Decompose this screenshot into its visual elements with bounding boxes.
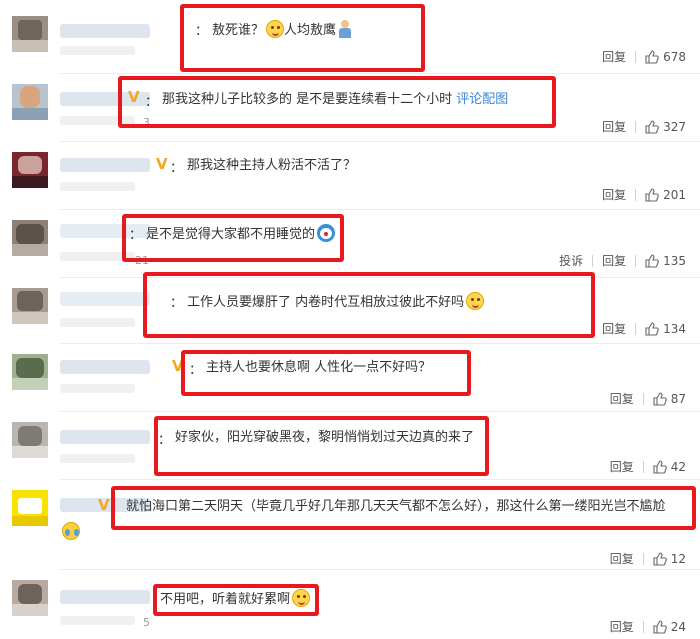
avatar[interactable]	[12, 220, 48, 256]
like-count: 87	[670, 391, 686, 406]
like-count: 135	[663, 253, 686, 268]
comment-actions: 回复 678	[602, 48, 686, 65]
thumbs-up-icon	[653, 619, 667, 634]
highlight-box	[180, 4, 425, 72]
avatar[interactable]	[12, 84, 48, 120]
comment-meta	[60, 454, 135, 463]
username[interactable]	[60, 430, 150, 444]
highlight-box	[118, 76, 556, 128]
avatar[interactable]	[12, 490, 48, 526]
reply-button[interactable]: 回复	[610, 550, 634, 567]
comment-item: V ： 那我这种主持人粉活不活了？ 回复 201	[0, 142, 700, 210]
thumbs-up-icon	[645, 119, 659, 134]
username[interactable]	[60, 24, 150, 38]
avatar[interactable]	[12, 354, 48, 390]
highlight-box	[153, 584, 319, 616]
highlight-box	[143, 272, 595, 338]
like-count: 42	[670, 459, 686, 474]
verified-badge-icon: V	[98, 496, 110, 514]
like-button[interactable]: 24	[653, 620, 686, 634]
crying-emoji-icon	[62, 522, 80, 540]
reply-button[interactable]: 回复	[610, 458, 634, 475]
thumbs-up-icon	[653, 459, 667, 474]
like-count: 134	[663, 321, 686, 336]
highlight-box	[122, 214, 344, 262]
comment-meta	[60, 616, 135, 625]
avatar[interactable]	[12, 288, 48, 324]
comment-actions: 投诉 回复 135	[559, 252, 686, 269]
like-count: 12	[670, 551, 686, 566]
like-count: 201	[663, 187, 686, 202]
reply-button[interactable]: 回复	[602, 118, 626, 135]
reply-button[interactable]: 回复	[602, 320, 626, 337]
like-count: 327	[663, 119, 686, 134]
highlight-box	[181, 350, 471, 396]
verified-badge-icon: V	[156, 155, 168, 173]
thumbs-up-icon	[645, 253, 659, 268]
username[interactable]	[60, 360, 150, 374]
like-button[interactable]: 42	[653, 460, 686, 474]
reply-button[interactable]: 回复	[610, 390, 634, 407]
like-button[interactable]: 327	[645, 120, 686, 134]
avatar[interactable]	[12, 16, 48, 52]
avatar[interactable]	[12, 580, 48, 616]
like-button[interactable]: 12	[653, 552, 686, 566]
like-button[interactable]: 678	[645, 50, 686, 64]
comment-item: 5 不用吧，听着就好累啊 回复 24	[0, 570, 700, 639]
comment-actions: 回复 42	[610, 458, 686, 475]
comment-item: ： 工作人员要爆肝了 内卷时代互相放过彼此不好吗 回复 134	[0, 272, 700, 344]
username[interactable]	[60, 292, 150, 306]
like-button[interactable]: 134	[645, 322, 686, 336]
username[interactable]	[60, 158, 150, 172]
comment-actions: 回复 12	[610, 550, 686, 567]
report-button[interactable]: 投诉	[559, 252, 583, 269]
comment-meta	[60, 318, 135, 327]
thumbs-up-icon	[645, 321, 659, 336]
comment-actions: 回复 24	[610, 618, 686, 635]
avatar[interactable]	[12, 152, 48, 188]
comment-meta	[60, 46, 135, 55]
like-button[interactable]: 87	[653, 392, 686, 406]
thumbs-up-icon	[645, 49, 659, 64]
reply-button[interactable]: 回复	[602, 48, 626, 65]
thumbs-up-icon	[653, 551, 667, 566]
like-button[interactable]: 135	[645, 254, 686, 268]
like-count: 24	[670, 619, 686, 634]
comment-item: 21 ： 是不是觉得大家都不用睡觉的 投诉 回复 135	[0, 210, 700, 278]
comment-item: V ： 主持人也要休息啊 人性化一点不好吗？ 回复 87	[0, 344, 700, 412]
comment-item: ： 好家伙，阳光穿破黑夜，黎明悄悄划过天边真的来了 回复 42	[0, 412, 700, 480]
like-count: 678	[663, 49, 686, 64]
comment-actions: 回复 87	[610, 390, 686, 407]
comment-item: V 3 ： 那我这种儿子比较多的 是不是要连续看十二个小时 评论配图 回复 32…	[0, 74, 700, 142]
username[interactable]	[60, 590, 150, 604]
reply-button[interactable]: 回复	[602, 252, 626, 269]
highlight-box	[111, 486, 696, 530]
thumbs-up-icon	[645, 187, 659, 202]
like-button[interactable]: 201	[645, 188, 686, 202]
comment-actions: 回复 327	[602, 118, 686, 135]
comment-meta	[60, 384, 135, 393]
comment-actions: 回复 201	[602, 186, 686, 203]
comment-item: ： 敖死谁？ 人均敖鹰 回复 678	[0, 0, 700, 74]
reply-button[interactable]: 回复	[602, 186, 626, 203]
comment-item: V 就怕海口第二天阴天（毕竟几乎好几年那几天天气都不怎么好），那这什么第一缕阳光…	[0, 480, 700, 570]
avatar[interactable]	[12, 422, 48, 458]
highlight-box	[154, 416, 489, 476]
comment-text: 那我这种主持人粉活不活了？	[187, 158, 357, 173]
comment-meta	[60, 182, 135, 191]
reply-button[interactable]: 回复	[610, 618, 634, 635]
thumbs-up-icon	[653, 391, 667, 406]
comment-actions: 回复 134	[602, 320, 686, 337]
